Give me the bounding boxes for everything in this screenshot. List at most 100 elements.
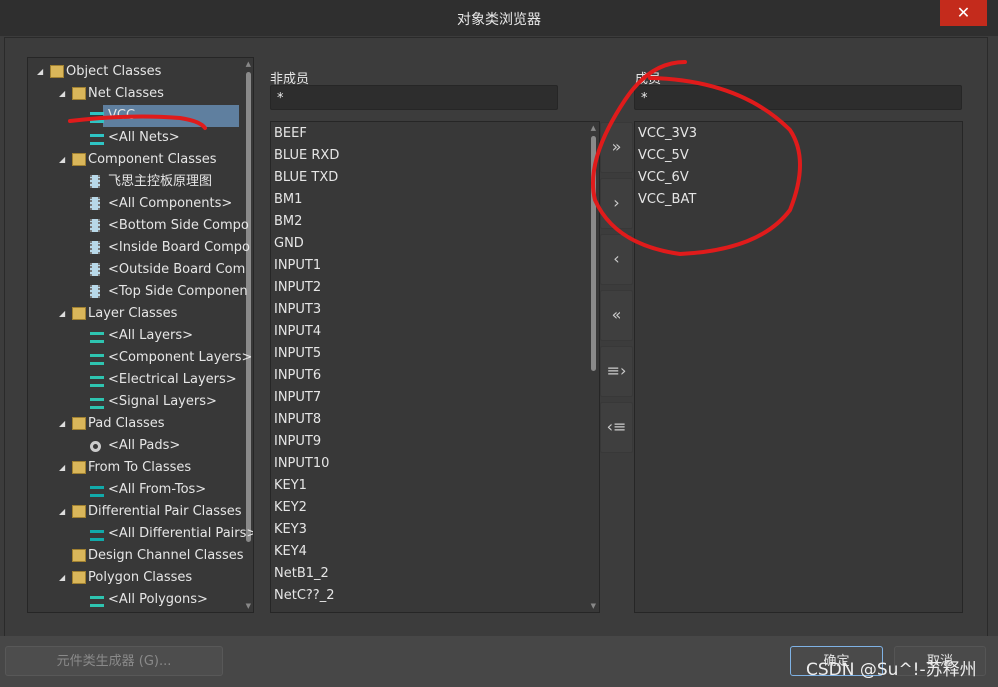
- tree-item-label: <All Nets>: [108, 130, 180, 145]
- scroll-up-icon[interactable]: ▲: [591, 124, 596, 132]
- expand-toggle-icon[interactable]: ◢: [37, 61, 43, 83]
- folder-object-icon: [50, 65, 64, 78]
- tree-item[interactable]: <All Layers>: [28, 325, 241, 347]
- tree-item[interactable]: Design Channel Classes: [28, 545, 244, 567]
- tree-item[interactable]: ◢ Object Classes: [28, 61, 241, 83]
- list-item[interactable]: INPUT5: [274, 343, 321, 365]
- list-item[interactable]: BLUE RXD: [274, 145, 339, 167]
- list-item[interactable]: INPUT9: [274, 431, 321, 453]
- close-button[interactable]: ✕: [940, 0, 987, 26]
- add-selected-button[interactable]: ›: [600, 178, 633, 229]
- title-bar: 对象类浏览器 ✕: [0, 0, 998, 36]
- net-icon: [90, 134, 104, 145]
- list-item[interactable]: INPUT1: [274, 255, 321, 277]
- tree-item-label: <All From-Tos>: [108, 482, 207, 497]
- layer-icon: [90, 354, 104, 365]
- folder-component-icon: [72, 153, 86, 166]
- list-item[interactable]: INPUT2: [274, 277, 321, 299]
- component-icon: [90, 241, 100, 254]
- class-generator-button[interactable]: 元件类生成器 (G)...: [5, 646, 223, 676]
- folder-diffpair-icon: [72, 505, 86, 518]
- add-all-button[interactable]: »: [600, 122, 633, 173]
- tree-item[interactable]: ◢ Net Classes: [28, 83, 241, 105]
- list-item[interactable]: INPUT7: [274, 387, 321, 409]
- list-item[interactable]: INPUT6: [274, 365, 321, 387]
- tree-item-label: <Electrical Layers>: [108, 372, 237, 387]
- list-item[interactable]: KEY3: [274, 519, 307, 541]
- tree-item[interactable]: <All Nets>: [28, 127, 241, 149]
- tree-item[interactable]: <Outside Board Com: [28, 259, 245, 281]
- tree-item[interactable]: <All Differential Pairs>: [28, 523, 253, 545]
- list-item[interactable]: BM2: [274, 211, 302, 233]
- folder-net-icon: [72, 87, 86, 100]
- scroll-up-icon[interactable]: ▲: [246, 60, 251, 68]
- tree-item[interactable]: 飞思主控板原理图: [28, 171, 241, 193]
- tree-item[interactable]: <Inside Board Compo: [28, 237, 250, 259]
- expand-toggle-icon[interactable]: ◢: [59, 413, 65, 435]
- watermark: CSDN @Su^!-苏释州: [806, 660, 977, 680]
- object-class-tree[interactable]: ▲ ▼ ◢ Object Classes ◢ Net Classes VCC <All N…: [27, 57, 254, 613]
- list-item[interactable]: VCC_5V: [638, 145, 689, 167]
- tree-item[interactable]: ◢ Polygon Classes: [28, 567, 241, 589]
- members-filter-input[interactable]: *: [634, 85, 962, 110]
- folder-pad-icon: [72, 417, 86, 430]
- tree-item-label: Differential Pair Classes: [88, 504, 242, 519]
- fromto-icon: [90, 486, 104, 497]
- remove-all-button[interactable]: «: [600, 290, 633, 341]
- list-item[interactable]: BLUE TXD: [274, 167, 338, 189]
- non-members-filter-input[interactable]: *: [270, 85, 558, 110]
- tree-item[interactable]: ◢ Pad Classes: [28, 413, 241, 435]
- list-item[interactable]: INPUT3: [274, 299, 321, 321]
- non-members-scrollbar[interactable]: [591, 136, 596, 371]
- tree-scrollbar[interactable]: [246, 72, 251, 542]
- scroll-down-icon[interactable]: ▼: [591, 602, 596, 610]
- list-item[interactable]: GND: [274, 233, 304, 255]
- list-item[interactable]: VCC_6V: [638, 167, 689, 189]
- list-item[interactable]: NetB1_2: [274, 563, 329, 585]
- tree-item-label: Pad Classes: [88, 416, 165, 431]
- tree-item[interactable]: <Signal Layers>: [28, 391, 241, 413]
- tree-item[interactable]: <Component Layers>: [28, 347, 252, 369]
- tree-item[interactable]: <All From-Tos>: [28, 479, 241, 501]
- list-item[interactable]: VCC_BAT: [638, 189, 696, 211]
- list-item[interactable]: BM1: [274, 189, 302, 211]
- tree-item[interactable]: ◢ From To Classes: [28, 457, 241, 479]
- list-item[interactable]: VCC_3V3: [638, 123, 697, 145]
- expand-toggle-icon[interactable]: ◢: [59, 83, 65, 105]
- tree-item[interactable]: <Top Side Componen: [28, 281, 248, 303]
- tree-item[interactable]: <Bottom Side Compo: [28, 215, 249, 237]
- tree-item[interactable]: ◢ Component Classes: [28, 149, 241, 171]
- add-filtered-button[interactable]: ≡›: [600, 346, 633, 397]
- members-list[interactable]: VCC_3V3 VCC_5V VCC_6V VCC_BAT: [634, 121, 963, 613]
- tree-item[interactable]: <All Pads>: [28, 435, 241, 457]
- list-item[interactable]: INPUT4: [274, 321, 321, 343]
- tree-item[interactable]: <Electrical Layers>: [28, 369, 241, 391]
- expand-toggle-icon[interactable]: ◢: [59, 303, 65, 325]
- scroll-down-icon[interactable]: ▼: [246, 602, 251, 610]
- tree-item-label: Net Classes: [88, 86, 164, 101]
- list-item[interactable]: NetC??_2: [274, 585, 334, 607]
- list-item[interactable]: KEY1: [274, 475, 307, 497]
- list-item[interactable]: KEY2: [274, 497, 307, 519]
- tree-item[interactable]: ◢ Layer Classes: [28, 303, 241, 325]
- tree-item[interactable]: ◢ Differential Pair Classes: [28, 501, 242, 523]
- list-item[interactable]: INPUT10: [274, 453, 329, 475]
- expand-toggle-icon[interactable]: ◢: [59, 149, 65, 171]
- expand-toggle-icon[interactable]: ◢: [59, 457, 65, 479]
- expand-toggle-icon[interactable]: ◢: [59, 567, 65, 589]
- expand-toggle-icon[interactable]: ◢: [59, 501, 65, 523]
- tree-item[interactable]: <All Polygons>: [28, 589, 241, 611]
- non-members-list[interactable]: ▲ ▼ BEEF BLUE RXD BLUE TXD BM1 BM2 GND INPUT1 I…: [270, 121, 600, 613]
- tree-item[interactable]: <All Components>: [28, 193, 241, 215]
- tree-item-label: Layer Classes: [88, 306, 178, 321]
- list-item[interactable]: INPUT8: [274, 409, 321, 431]
- remove-selected-button[interactable]: ‹: [600, 234, 633, 285]
- close-icon: ✕: [956, 3, 971, 22]
- tree-item[interactable]: VCC: [28, 105, 241, 127]
- tree-item-label: Component Classes: [88, 152, 217, 167]
- folder-layer-icon: [72, 307, 86, 320]
- remove-filtered-button[interactable]: ‹≡: [600, 402, 633, 453]
- list-item[interactable]: BEEF: [274, 123, 307, 145]
- net-icon: [90, 112, 104, 123]
- list-item[interactable]: KEY4: [274, 541, 307, 563]
